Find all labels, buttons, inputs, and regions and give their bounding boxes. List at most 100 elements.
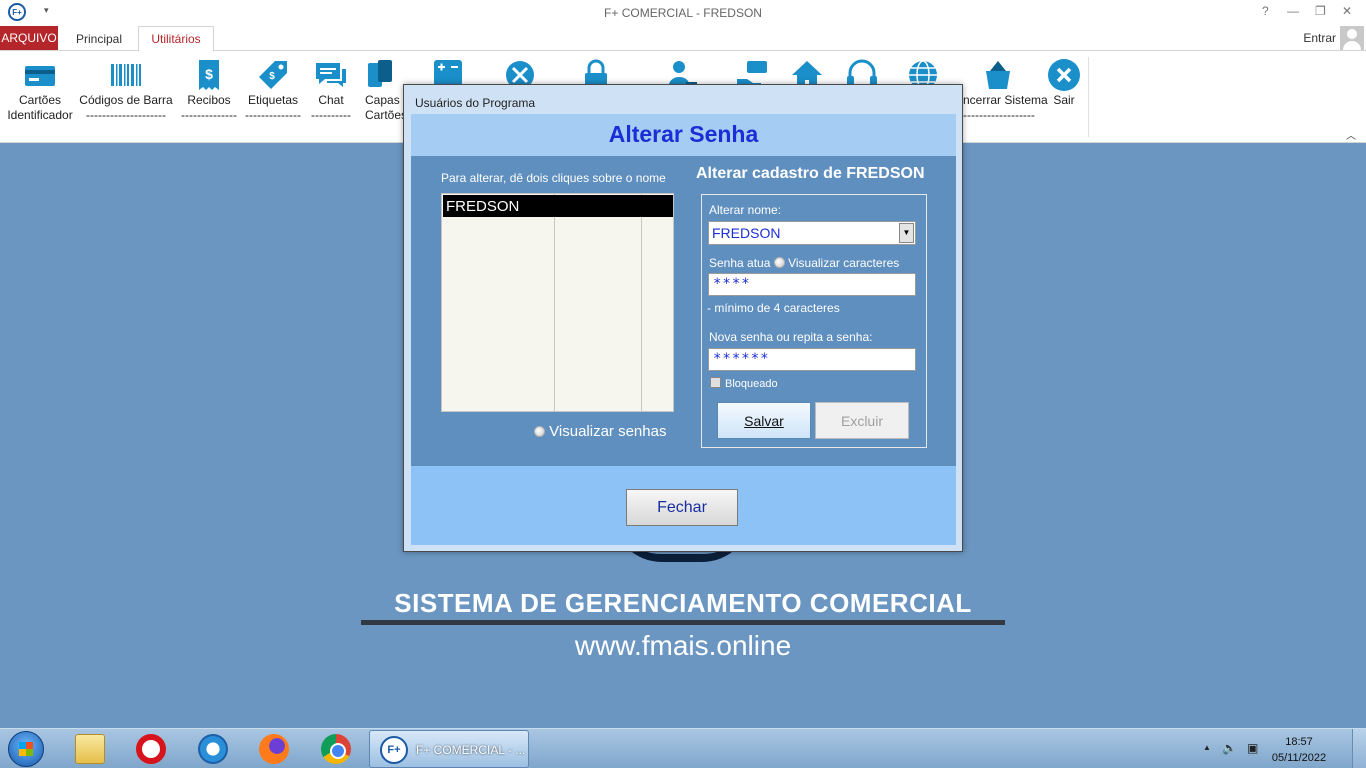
show-passwords-label: Visualizar senhas xyxy=(549,423,667,440)
users-dialog: Usuários do Programa Alterar Senha Para … xyxy=(403,84,963,552)
title-bar: F+ ▾ F+ COMERCIAL - FREDSON ? — ❐ ✕ xyxy=(0,0,1366,26)
window-title: F+ COMERCIAL - FREDSON xyxy=(604,6,762,20)
internet-explorer-icon[interactable] xyxy=(198,734,228,764)
ribbon-sublabel: -------------------- xyxy=(955,108,1035,122)
taskbar-app-fcomercial[interactable]: F+ F+ COMERCIAL - ... xyxy=(369,730,529,768)
current-password-label: Senha atua Visualizar caracteres xyxy=(709,256,899,270)
network-icon[interactable]: ▣ xyxy=(1247,741,1258,755)
ribbon-separator xyxy=(1088,57,1089,137)
firefox-icon[interactable] xyxy=(259,734,289,764)
delete-button[interactable]: Excluir xyxy=(815,402,909,439)
app-logo-icon: F+ xyxy=(380,736,408,764)
ribbon-tabs: ARQUIVO Principal Utilitários Entrar xyxy=(0,26,1366,51)
ribbon-button-recibos[interactable]: $ Recibos -------------- xyxy=(178,51,240,143)
save-label: Salvar xyxy=(744,412,784,429)
new-password-field[interactable]: ****** xyxy=(708,348,916,371)
receipt-icon: $ xyxy=(199,60,219,90)
ribbon-sublabel: -------------------- xyxy=(86,108,166,122)
file-explorer-icon[interactable] xyxy=(75,734,105,764)
close-window-button[interactable]: ✕ xyxy=(1342,4,1352,18)
dialog-title: Usuários do Programa xyxy=(415,96,536,110)
clock-time: 18:57 xyxy=(1285,736,1313,748)
dialog-footer: Fechar xyxy=(411,466,956,545)
ribbon-sublabel: -------------- xyxy=(181,108,237,122)
new-password-label: Nova senha ou repita a senha: xyxy=(709,330,873,344)
card-id-icon xyxy=(25,66,55,86)
current-password-field[interactable]: **** xyxy=(708,273,916,296)
users-list[interactable]: FREDSON xyxy=(441,193,674,412)
delete-label: Excluir xyxy=(840,412,883,429)
ribbon-label: Sair xyxy=(1053,93,1075,107)
dialog-body: Alterar Senha Para alterar, dê dois cliq… xyxy=(411,114,956,545)
chat-icon xyxy=(316,63,346,87)
restore-button[interactable]: ❐ xyxy=(1315,4,1326,18)
ribbon-sublabel: Identificador xyxy=(7,108,73,122)
blocked-checkbox[interactable] xyxy=(710,377,721,388)
heading-divider xyxy=(361,620,1005,625)
ribbon-label: Etiquetas xyxy=(247,93,299,107)
ribbon-sublabel: ---------- xyxy=(311,108,351,122)
tab-utilitarios[interactable]: Utilitários xyxy=(138,26,214,51)
ribbon-label: Cartões xyxy=(18,93,62,107)
ribbon-label: Capas e xyxy=(365,93,410,107)
website-url: www.fmais.online xyxy=(574,630,792,661)
ribbon-button-chat[interactable]: Chat ---------- xyxy=(305,51,357,143)
svg-text:$: $ xyxy=(205,66,213,82)
system-heading: SISTEMA DE GERENCIAMENTO COMERCIAL xyxy=(394,588,972,618)
column-divider xyxy=(554,194,555,411)
tab-arquivo[interactable]: ARQUIVO xyxy=(0,26,58,50)
barcode-icon xyxy=(111,64,141,86)
taskbar: F+ F+ COMERCIAL - ... ▲ 🔈 ▣ 18:57 05/11/… xyxy=(0,728,1366,768)
ribbon-sublabel: -------------- xyxy=(245,108,301,122)
tab-principal[interactable]: Principal xyxy=(64,26,134,51)
chrome-icon[interactable] xyxy=(321,734,351,764)
save-button[interactable]: Salvar xyxy=(717,402,811,439)
list-hint: Para alterar, dê dois cliques sobre o no… xyxy=(441,171,666,185)
close-label: Fechar xyxy=(657,498,707,516)
show-characters-label: Visualizar caracteres xyxy=(788,256,900,270)
list-item[interactable]: FREDSON xyxy=(443,195,673,217)
radio-icon xyxy=(534,426,545,437)
ribbon-button-cartoes[interactable]: Cartões Identificador xyxy=(2,51,78,143)
opera-icon[interactable] xyxy=(136,734,166,764)
name-label: Alterar nome: xyxy=(709,203,782,217)
taskbar-app-label: F+ COMERCIAL - ... xyxy=(416,743,526,757)
volume-icon[interactable]: 🔈 xyxy=(1222,741,1237,755)
card-covers-icon xyxy=(368,60,392,87)
ribbon-button-encerrar-sistema[interactable]: Encerrar Sistema -------------------- xyxy=(955,51,1048,143)
ribbon-label: Recibos xyxy=(187,93,231,107)
exit-icon xyxy=(1048,59,1080,91)
collapse-ribbon-icon[interactable]: ︿ xyxy=(1346,127,1356,142)
show-passwords-radio[interactable]: Visualizar senhas xyxy=(534,423,666,440)
ribbon-button-sair[interactable]: Sair xyxy=(1043,51,1085,143)
column-divider xyxy=(641,194,642,411)
login-link[interactable]: Entrar xyxy=(1303,31,1336,45)
name-combobox[interactable]: FREDSON ▼ xyxy=(708,221,916,245)
show-hidden-icons-icon[interactable]: ▲ xyxy=(1203,743,1211,752)
close-dialog-button[interactable]: Fechar xyxy=(626,489,738,526)
ribbon-label: Chat xyxy=(318,93,344,107)
ribbon-button-etiquetas[interactable]: $ Etiquetas -------------- xyxy=(242,51,304,143)
show-desktop-button[interactable] xyxy=(1352,729,1366,768)
svg-text:$: $ xyxy=(269,71,275,82)
tags-icon: $ xyxy=(259,61,287,89)
chevron-down-icon[interactable]: ▼ xyxy=(899,223,914,243)
clock-date: 05/11/2022 xyxy=(1271,752,1327,764)
minimize-button[interactable]: — xyxy=(1287,4,1299,18)
current-password-text: Senha atua xyxy=(709,256,771,270)
system-clock[interactable]: 18:57 05/11/2022 xyxy=(1270,734,1328,766)
ribbon-button-codigos-barra[interactable]: Códigos de Barra -------------------- xyxy=(78,51,174,143)
help-button[interactable]: ? xyxy=(1262,4,1269,18)
show-characters-radio[interactable] xyxy=(773,257,785,268)
edit-form: Alterar nome: FREDSON ▼ Senha atua Visua… xyxy=(701,194,927,448)
ribbon-sublabel: Cartões xyxy=(365,108,408,122)
edit-panel-title: Alterar cadastro de FREDSON xyxy=(696,165,925,182)
ribbon-label: Encerrar Sistema xyxy=(955,93,1048,107)
ribbon-label: Códigos de Barra xyxy=(79,93,173,107)
close-system-icon xyxy=(986,61,1010,89)
dialog-header: Alterar Senha xyxy=(411,114,956,156)
ribbon-button-capas-cartoes[interactable]: Capas e Cartões xyxy=(358,51,410,143)
start-button[interactable] xyxy=(8,731,44,767)
user-avatar[interactable] xyxy=(1340,26,1364,50)
dialog-heading: Alterar Senha xyxy=(608,121,759,147)
